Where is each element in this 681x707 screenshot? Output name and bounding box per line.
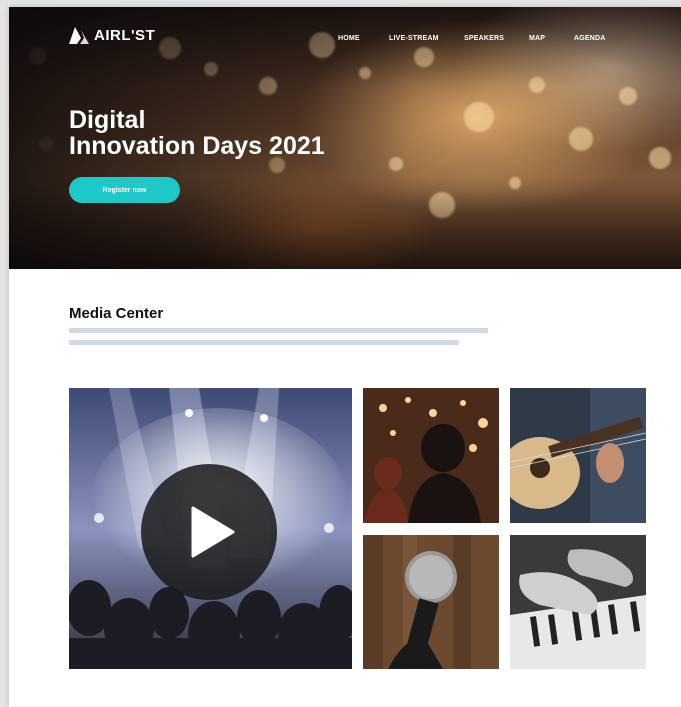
piano-photo — [510, 535, 646, 669]
nav-item-home[interactable]: HOME — [338, 35, 360, 42]
guitar-photo — [510, 388, 646, 523]
media-thumbnail-2[interactable] — [510, 388, 646, 523]
media-thumbnail-1[interactable] — [363, 388, 499, 523]
hero-title-line-1: Digital — [69, 106, 146, 134]
hero-banner: AIRL'ST HOME LIVE-STREAM SPEAKERS MAP AG… — [9, 7, 681, 269]
nav-item-speakers[interactable]: SPEAKERS — [464, 35, 504, 42]
section-title-media-center: Media Center — [69, 305, 164, 322]
nav-item-live-stream[interactable]: LIVE-STREAM — [389, 35, 439, 42]
title-rule-1 — [69, 328, 488, 333]
title-rule-2 — [69, 340, 459, 345]
featured-video-tile[interactable] — [69, 388, 352, 669]
play-button[interactable] — [141, 464, 277, 600]
nav-item-map[interactable]: MAP — [529, 35, 545, 42]
page: AIRL'ST HOME LIVE-STREAM SPEAKERS MAP AG… — [9, 7, 681, 707]
play-icon — [191, 506, 235, 558]
hero-title-line-2: Innovation Days 2021 — [69, 132, 325, 160]
nav-item-agenda[interactable]: AGENDA — [574, 35, 606, 42]
main-nav: HOME LIVE-STREAM SPEAKERS MAP AGENDA — [9, 35, 681, 47]
register-button[interactable]: Register now — [69, 177, 180, 203]
media-thumbnail-3[interactable] — [363, 535, 499, 669]
media-thumbnail-4[interactable] — [510, 535, 646, 669]
crowd-lights-photo — [363, 388, 499, 523]
hero-title: Digital Innovation Days 2021 — [69, 107, 325, 159]
microphone-photo — [363, 535, 499, 669]
